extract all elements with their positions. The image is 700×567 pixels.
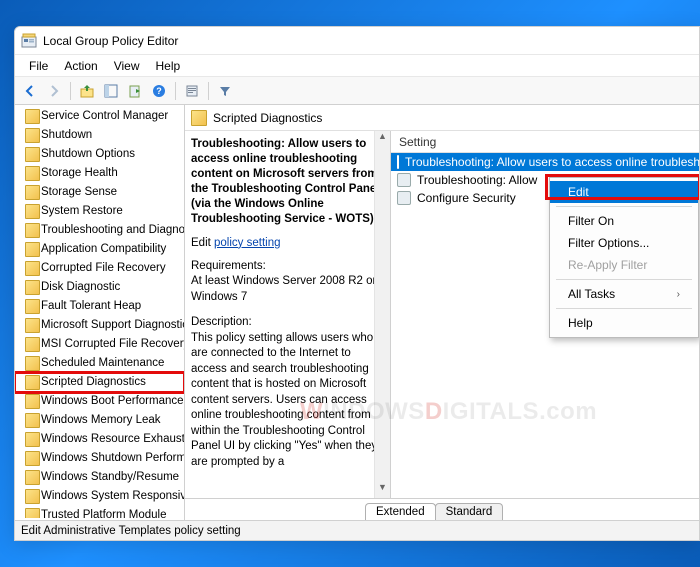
tree-item[interactable]: Disk Diagnostic: [15, 278, 184, 297]
tree-item[interactable]: Windows Boot Performance: [15, 392, 184, 411]
toolbar-separator: [208, 82, 209, 100]
tree-item[interactable]: Windows Shutdown Performance: [15, 449, 184, 468]
toolbar-separator: [175, 82, 176, 100]
toolbar-separator: [70, 82, 71, 100]
tree-item[interactable]: Corrupted File Recovery: [15, 259, 184, 278]
menu-bar: File Action View Help: [15, 55, 699, 77]
menu-view[interactable]: View: [106, 57, 148, 75]
detail-pane: Scripted Diagnostics Troubleshooting: Al…: [185, 105, 699, 520]
detail-body: Troubleshooting: Allow users to access o…: [185, 131, 699, 498]
scroll-down-icon[interactable]: ▼: [375, 482, 390, 498]
detail-header-text: Scripted Diagnostics: [213, 111, 322, 125]
setting-label: Troubleshooting: Allow users to access o…: [405, 155, 699, 169]
tab-standard[interactable]: Standard: [435, 503, 504, 520]
context-menu-label: Filter Options...: [568, 236, 649, 250]
context-menu-separator: [556, 308, 692, 309]
tree-item[interactable]: Windows System Responsiveness: [15, 487, 184, 506]
forward-button: [43, 80, 65, 102]
policy-icon: [397, 191, 411, 205]
tree-item[interactable]: Application Compatibility: [15, 240, 184, 259]
menu-help[interactable]: Help: [148, 57, 189, 75]
desc-scrollbar[interactable]: ▲ ▼: [374, 131, 390, 498]
requirements-label: Requirements:: [191, 260, 266, 272]
help-button[interactable]: ?: [148, 80, 170, 102]
context-menu-item[interactable]: Edit: [550, 181, 698, 203]
scroll-up-icon[interactable]: ▲: [375, 131, 390, 147]
tree-item[interactable]: Shutdown Options: [15, 145, 184, 164]
context-menu-item: Re-Apply Filter: [550, 254, 698, 276]
context-menu-item[interactable]: Filter Options...: [550, 232, 698, 254]
description-column: Troubleshooting: Allow users to access o…: [185, 131, 391, 498]
title-bar[interactable]: Local Group Policy Editor: [15, 27, 699, 55]
description-block: Description: This policy setting allows …: [191, 315, 382, 470]
context-menu-item[interactable]: Filter On: [550, 210, 698, 232]
tree-pane: Service Control ManagerShutdownShutdown …: [15, 105, 185, 520]
menu-file[interactable]: File: [21, 57, 56, 75]
export-list-button[interactable]: [124, 80, 146, 102]
status-text: Edit Administrative Templates policy set…: [21, 525, 241, 537]
tree-item[interactable]: Microsoft Support Diagnostics: [15, 316, 184, 335]
description-text: This policy setting allows users who are…: [191, 332, 377, 468]
context-menu-label: Re-Apply Filter: [568, 258, 647, 272]
edit-policy-link[interactable]: policy setting: [214, 237, 280, 249]
setting-row[interactable]: Troubleshooting: Allow users to access o…: [391, 153, 699, 171]
description-label: Description:: [191, 316, 252, 328]
tree-item[interactable]: Windows Memory Leak: [15, 411, 184, 430]
app-window: Local Group Policy Editor File Action Vi…: [14, 26, 700, 541]
back-button[interactable]: [19, 80, 41, 102]
up-button[interactable]: [76, 80, 98, 102]
tree-item[interactable]: Storage Sense: [15, 183, 184, 202]
policy-title: Troubleshooting: Allow users to access o…: [191, 137, 382, 227]
tabs-row: Extended Standard: [185, 498, 699, 520]
tree-item[interactable]: Storage Health: [15, 164, 184, 183]
tab-extended[interactable]: Extended: [365, 503, 436, 520]
context-menu-label: Edit: [568, 185, 589, 199]
menu-action[interactable]: Action: [56, 57, 105, 75]
detail-header: Scripted Diagnostics: [185, 105, 699, 131]
window-title: Local Group Policy Editor: [43, 34, 178, 48]
context-menu-separator: [556, 279, 692, 280]
tree-item[interactable]: Windows Standby/Resume: [15, 468, 184, 487]
context-menu[interactable]: Edit Filter On Filter Options... Re-Apply F…: [549, 177, 699, 338]
svg-text:?: ?: [156, 86, 162, 96]
setting-label: Configure Security: [417, 191, 516, 205]
tree-item[interactable]: Scripted Diagnostics: [15, 373, 184, 392]
requirements-text: At least Windows Server 2008 R2 or Windo…: [191, 275, 376, 303]
folder-icon: [191, 110, 207, 126]
context-menu-label: Help: [568, 316, 593, 330]
tree-item[interactable]: Scheduled Maintenance: [15, 354, 184, 373]
policy-icon: [397, 173, 411, 187]
settings-list-column: Setting Troubleshooting: Allow users to …: [391, 131, 699, 498]
context-menu-item[interactable]: All Tasks ›: [550, 283, 698, 305]
context-menu-label: All Tasks: [568, 287, 615, 301]
edit-prefix: Edit: [191, 237, 214, 249]
edit-link-row: Edit policy setting: [191, 237, 382, 249]
properties-button[interactable]: [181, 80, 203, 102]
tree-item[interactable]: Shutdown: [15, 126, 184, 145]
context-menu-label: Filter On: [568, 214, 614, 228]
context-menu-separator: [556, 206, 692, 207]
toolbar: ?: [15, 77, 699, 105]
show-hide-tree-button[interactable]: [100, 80, 122, 102]
content-body: Service Control ManagerShutdownShutdown …: [15, 105, 699, 520]
filter-button[interactable]: [214, 80, 236, 102]
app-icon: [21, 33, 37, 49]
context-menu-item[interactable]: Help: [550, 312, 698, 334]
column-header-setting[interactable]: Setting: [391, 131, 699, 153]
tree-item[interactable]: Service Control Manager: [15, 107, 184, 126]
status-bar: Edit Administrative Templates policy set…: [15, 520, 699, 540]
tree-item[interactable]: MSI Corrupted File Recovery: [15, 335, 184, 354]
tree-item[interactable]: System Restore: [15, 202, 184, 221]
tree-item[interactable]: Fault Tolerant Heap: [15, 297, 184, 316]
tree-list[interactable]: Service Control ManagerShutdownShutdown …: [15, 107, 184, 518]
requirements-block: Requirements: At least Windows Server 20…: [191, 259, 382, 306]
policy-icon: [397, 155, 399, 169]
tree-item[interactable]: Windows Resource Exhaustion: [15, 430, 184, 449]
tree-item[interactable]: Troubleshooting and Diagnostics: [15, 221, 184, 240]
chevron-right-icon: ›: [677, 289, 680, 300]
tree-item[interactable]: Trusted Platform Module: [15, 506, 184, 518]
setting-label: Troubleshooting: Allow: [417, 173, 537, 187]
